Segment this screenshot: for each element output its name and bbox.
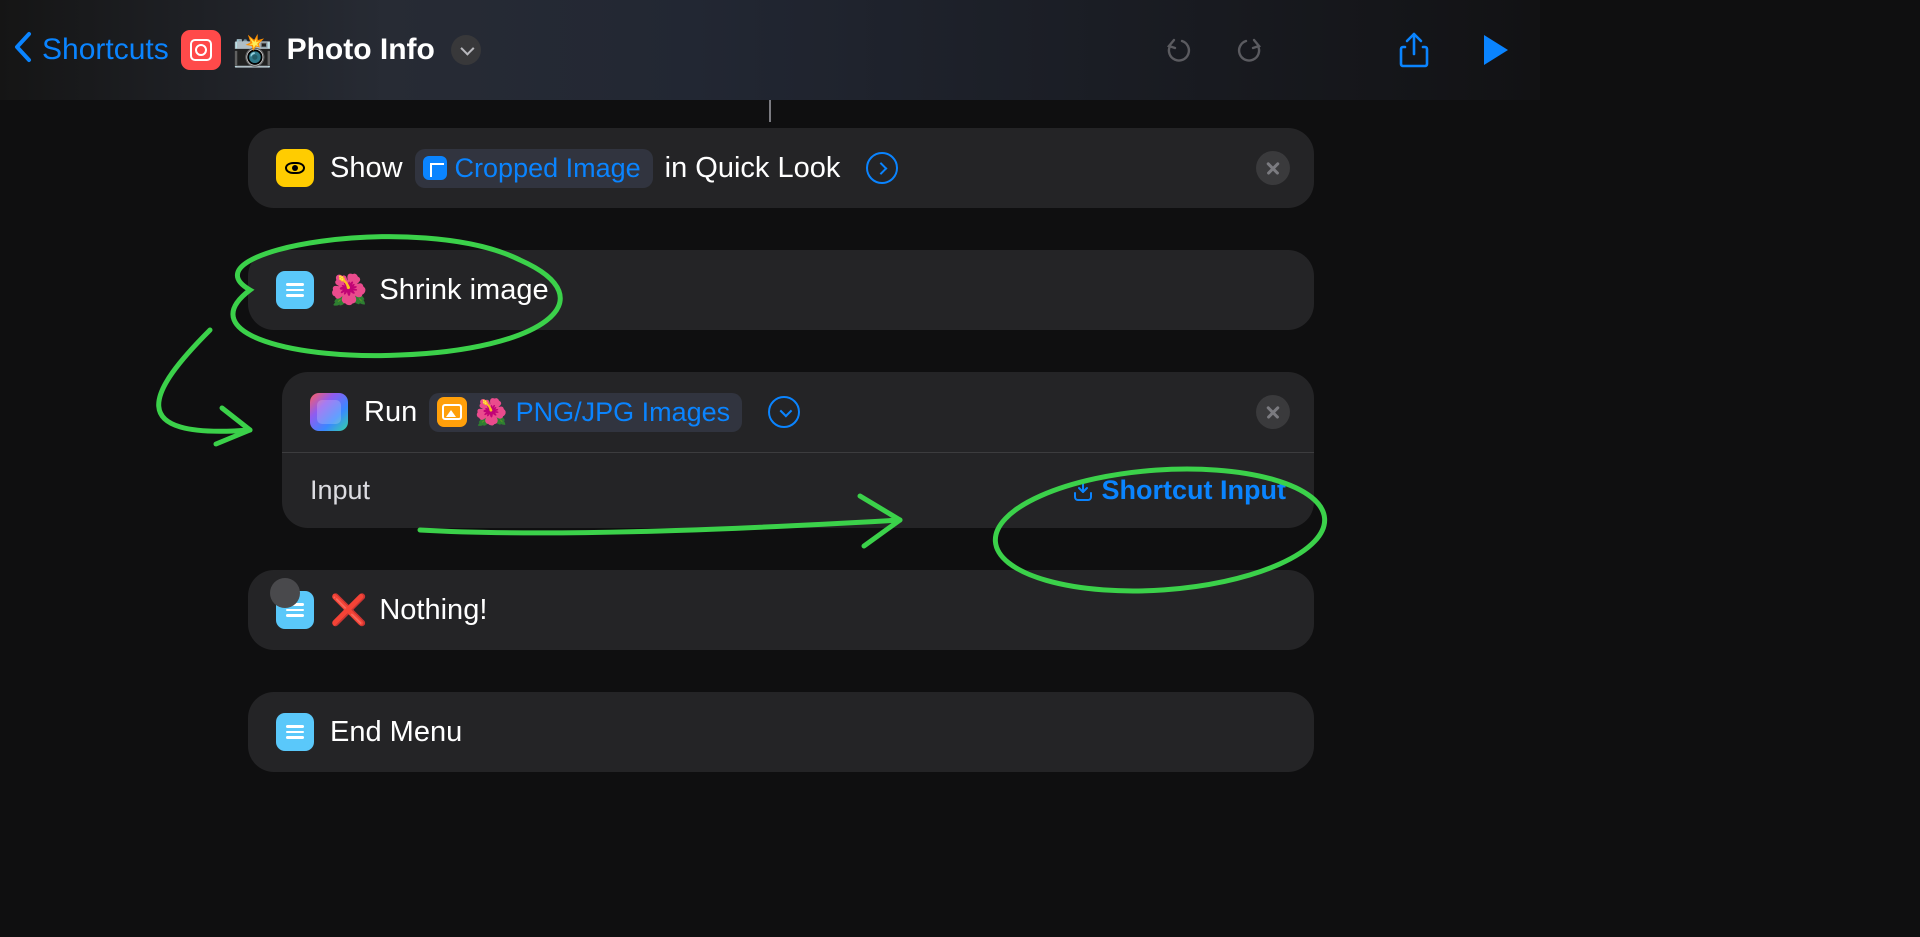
shortcut-app-icon: [181, 30, 221, 70]
delete-action-button[interactable]: [1256, 395, 1290, 429]
shortcuts-app-icon: [310, 393, 348, 431]
undo-button[interactable]: [1156, 28, 1200, 72]
end-menu-label: End Menu: [330, 716, 462, 749]
toolbar-left: Shortcuts 📸 Photo Info: [8, 30, 481, 71]
variable-cropped-image[interactable]: Cropped Image: [415, 149, 653, 188]
action-run-shortcut[interactable]: Run 🌺 PNG/JPG Images Input S: [282, 372, 1314, 528]
action-end-menu[interactable]: End Menu: [248, 692, 1314, 772]
redo-button[interactable]: [1228, 28, 1272, 72]
action-quick-look[interactable]: Show Cropped Image in Quick Look: [248, 128, 1314, 208]
menu-item-label: Nothing!: [379, 594, 487, 627]
menu-item-icon: [276, 271, 314, 309]
back-chevron-icon[interactable]: [8, 30, 38, 71]
shortcut-title[interactable]: Photo Info: [287, 33, 435, 67]
play-icon: [1484, 35, 1508, 65]
hibiscus-icon: 🌺: [475, 397, 507, 428]
menu-icon: [276, 713, 314, 751]
action-verb: Show: [330, 152, 403, 185]
action-connector-line: [769, 100, 771, 122]
action-verb: Run: [364, 396, 417, 429]
action-disclose-button[interactable]: [866, 152, 898, 184]
shortcut-target-pill[interactable]: 🌺 PNG/JPG Images: [429, 393, 742, 432]
action-collapse-button[interactable]: [768, 396, 800, 428]
menu-item-shrink[interactable]: 🌺 Shrink image: [248, 250, 1314, 330]
image-type-icon: [437, 397, 467, 427]
chevron-down-icon: [779, 404, 792, 417]
back-button[interactable]: Shortcuts: [42, 33, 169, 67]
menu-item-label: Shrink image: [379, 274, 548, 307]
editor-toolbar: Shortcuts 📸 Photo Info: [0, 0, 1540, 100]
chevron-down-icon: [460, 42, 474, 56]
run-button[interactable]: [1478, 28, 1522, 72]
quick-look-icon: [276, 149, 314, 187]
param-value-shortcut-input[interactable]: Shortcut Input: [1072, 475, 1286, 506]
hibiscus-icon: 🌺: [330, 273, 367, 308]
action-suffix: in Quick Look: [665, 152, 841, 185]
chevron-right-icon: [875, 162, 888, 175]
param-label: Input: [310, 475, 370, 506]
shortcut-editor-canvas: Show Cropped Image in Quick Look 🌺 Shrin…: [0, 100, 1540, 782]
cross-mark-icon: ❌: [330, 593, 367, 628]
share-button[interactable]: [1392, 28, 1436, 72]
menu-item-nothing[interactable]: ❌ Nothing!: [248, 570, 1314, 650]
delete-action-button[interactable]: [1256, 151, 1290, 185]
shortcut-emoji-icon: 📸: [233, 31, 273, 69]
reorder-handle[interactable]: [270, 578, 300, 608]
shortcut-input-icon: [1072, 480, 1094, 502]
title-dropdown-button[interactable]: [451, 35, 481, 65]
crop-icon: [423, 156, 447, 180]
param-row-input[interactable]: Input Shortcut Input: [282, 453, 1314, 528]
